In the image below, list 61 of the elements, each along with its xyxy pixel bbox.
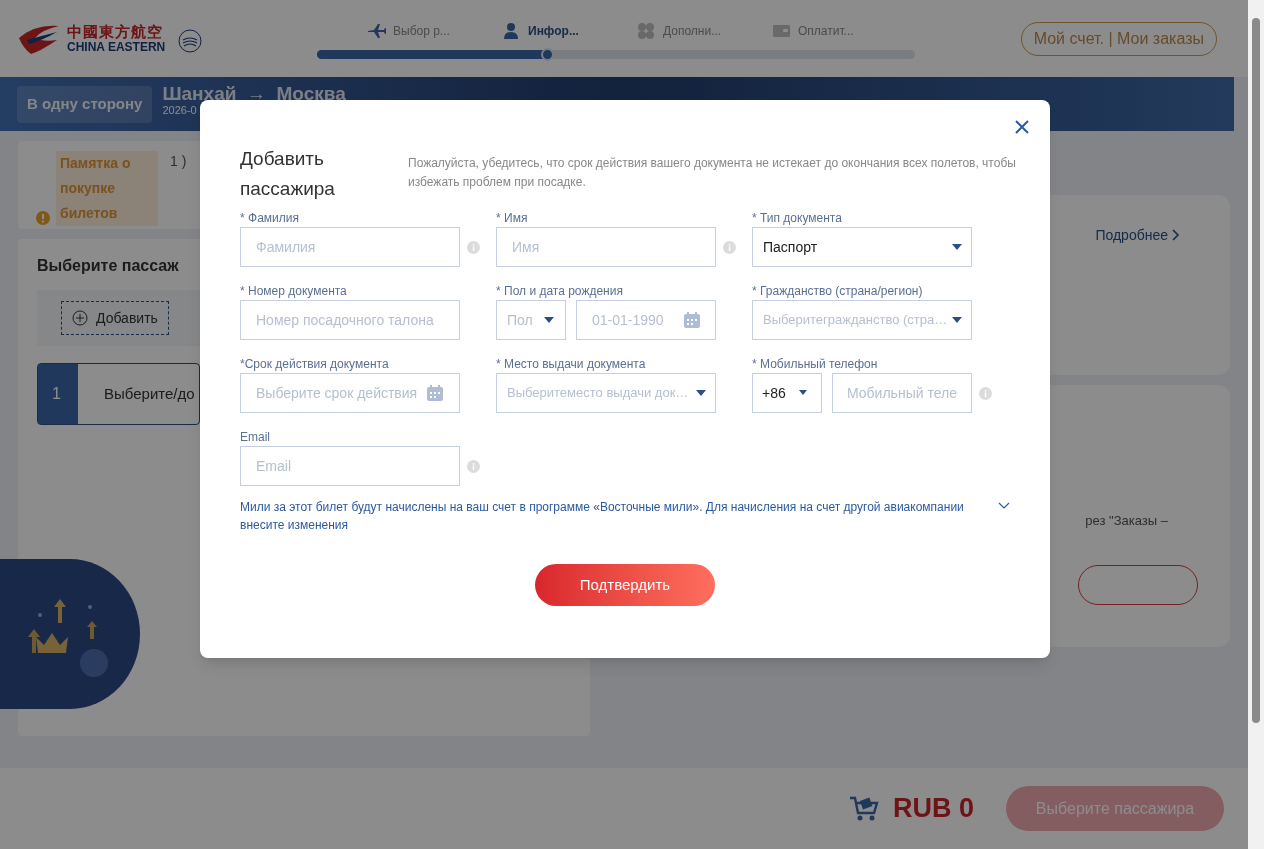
flight-date: 2026-0 — [162, 105, 197, 116]
progress-step[interactable]: Дополни... — [663, 22, 722, 40]
field-label: * Гражданство (страна/регион) — [752, 283, 924, 299]
wallet-icon — [772, 22, 792, 40]
dialog-hint: Пожалуйста, убедитесь, что срок действия вашего документа не истекает до окончания всех полетов, чтобы избежать проблем при посадке. — [408, 155, 1017, 191]
input-field[interactable]: Номер посадочного талона — [240, 300, 460, 340]
plane-icon — [367, 22, 387, 40]
caret-down-icon — [951, 316, 963, 324]
logo-text: 中國東方航空 — [67, 24, 164, 39]
input-field[interactable]: Фамилия — [240, 227, 460, 267]
plus-circle-icon — [72, 310, 88, 326]
field-label: * Мобильный телефон — [752, 356, 879, 372]
dropdown-field[interactable]: Выберитегражданство (стра… — [752, 300, 972, 340]
field-label: *Срок действия документа — [240, 356, 390, 372]
caret-down-icon — [799, 390, 807, 396]
field-label: * Номер документа — [240, 283, 348, 299]
dialog-title: Добавить пассажира — [240, 147, 336, 201]
warning-icon — [36, 211, 50, 225]
field-label: * Фамилия — [240, 210, 300, 226]
passenger-row[interactable]: 1 Выберите/до — [37, 363, 200, 425]
route-title: Шанхай → Москва — [162, 84, 346, 103]
calendar-icon — [683, 311, 701, 329]
confirm-button[interactable]: Подтвердить — [535, 564, 715, 606]
dropdown-field[interactable]: Выберитеместо выдачи док… — [496, 373, 716, 413]
total-price: RUB 0 — [893, 792, 974, 826]
input-field[interactable]: Имя — [496, 227, 716, 267]
notice-text: 1 ) — [170, 152, 187, 171]
caret-down-icon — [695, 389, 707, 397]
notice-title: Памятка о покупке билетов — [56, 151, 158, 226]
scrollbar[interactable] — [1248, 0, 1264, 849]
chevron-right-icon — [1172, 229, 1180, 241]
dropdown-field[interactable]: Пол — [496, 300, 566, 340]
more-link[interactable]: Подробнее — [1095, 225, 1180, 245]
shopping-cart-icon — [849, 794, 879, 823]
progress-step[interactable]: Инфор... — [528, 22, 579, 40]
dropdown-field[interactable]: +86 — [752, 373, 822, 413]
field-label: * Имя — [496, 210, 529, 226]
card-text: рез "Заказы – — [1085, 512, 1168, 530]
caret-down-icon — [543, 316, 555, 324]
field-label: * Тип документа — [752, 210, 843, 226]
input-field[interactable]: Мобильный теле — [832, 373, 972, 413]
chevron-down-icon — [998, 502, 1010, 510]
field-label: * Пол и дата рождения — [496, 283, 624, 299]
field-label: * Место выдачи документа — [496, 356, 647, 372]
date-field[interactable]: Выберите срок действия — [240, 373, 460, 413]
row-text: Выберите/до — [103, 383, 195, 404]
logo-text: CHINA EASTERN — [67, 41, 166, 53]
progress-step[interactable]: Выбор р... — [393, 22, 450, 40]
add-button[interactable]: Добавить — [61, 301, 169, 335]
grid-icon — [637, 22, 657, 40]
row-number: 1 — [38, 364, 78, 424]
progress-step[interactable]: Оплатит... — [798, 22, 854, 40]
section-title: Выберите пассаж — [37, 256, 179, 276]
miles-note: Мили за этот билет будут начислены на ваш счет в программе «Восточные мили». Для начисления на счет другой авиакомпании внесите изменения — [240, 499, 965, 534]
field-label: Email — [240, 429, 271, 445]
close-icon[interactable] — [1014, 119, 1030, 135]
caret-down-icon — [951, 243, 963, 251]
input-field[interactable]: Email — [240, 446, 460, 486]
calendar-icon — [426, 384, 444, 402]
date-field[interactable]: 01-01-1990 — [576, 300, 716, 340]
dropdown-field[interactable]: Паспорт — [752, 227, 972, 267]
